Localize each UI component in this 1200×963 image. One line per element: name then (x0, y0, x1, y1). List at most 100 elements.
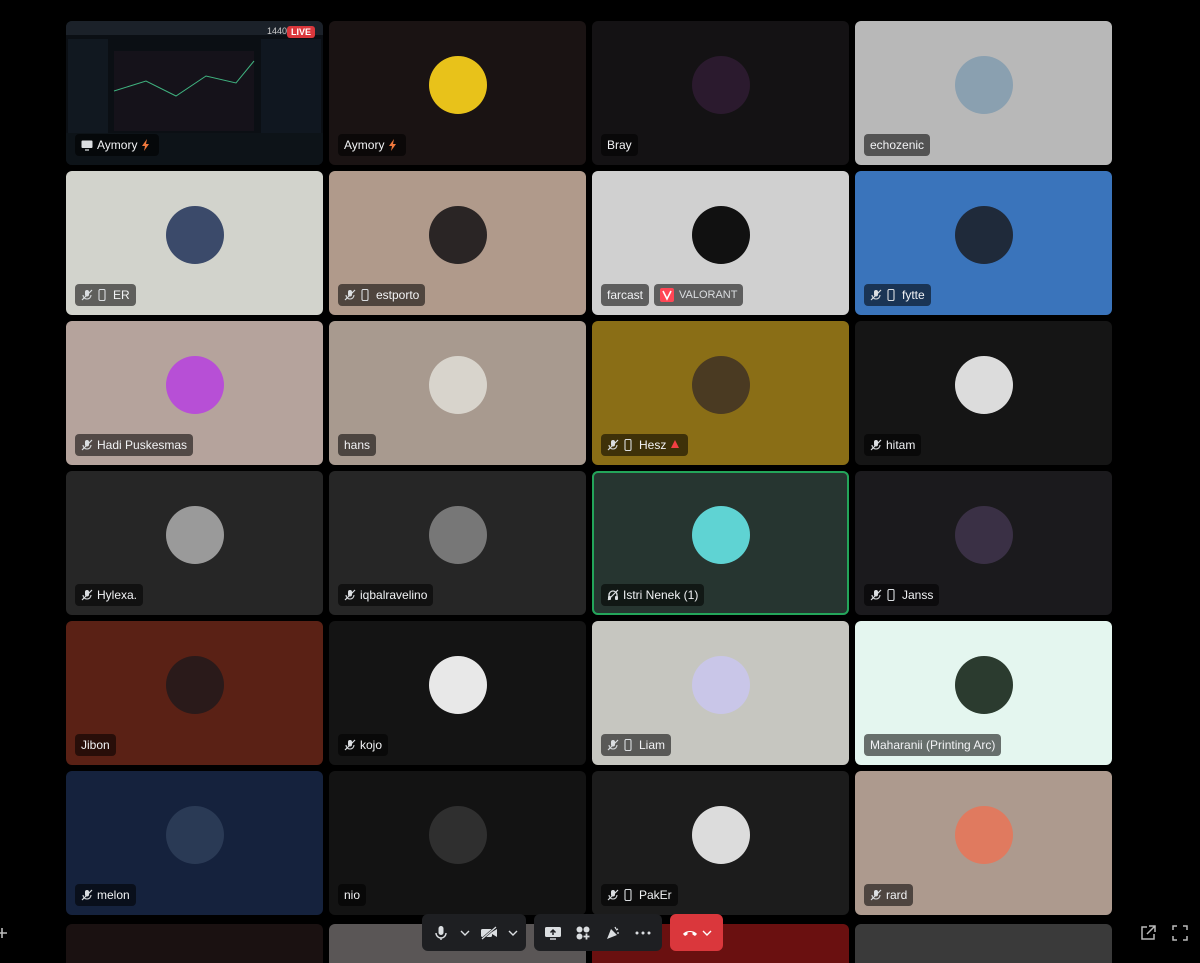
participant-tile[interactable]: ER (66, 171, 323, 315)
camera-button[interactable] (476, 920, 502, 946)
participant-name-pill: Aymory (338, 134, 407, 156)
more-icon (635, 931, 651, 934)
mic-muted-icon (81, 289, 93, 301)
mobile-icon (360, 289, 372, 301)
mobile-icon (887, 589, 895, 601)
mic-muted-icon (81, 289, 93, 301)
participant-tile[interactable]: PakEr (592, 771, 849, 915)
participant-tile[interactable]: fytte (855, 171, 1112, 315)
participant-tile[interactable]: farcast VALORANT (592, 171, 849, 315)
mic-muted-icon (81, 889, 93, 901)
avatar (954, 806, 1013, 864)
mic-muted-icon (81, 439, 93, 451)
participant-tile[interactable]: melon (66, 771, 323, 915)
participant-name-pill: hans (338, 434, 377, 456)
add-people-icon[interactable] (0, 924, 18, 942)
screen-share-button[interactable] (540, 920, 566, 946)
participant-tile[interactable]: hitam (855, 321, 1112, 465)
partial-participant-tile[interactable] (855, 924, 1112, 963)
participant-grid: 1440 LIVE Aymory Aymory Bray echozenic ER estpo… (66, 21, 1112, 915)
camera-options-chevron-icon[interactable] (506, 920, 520, 946)
mic-muted-icon (870, 439, 882, 451)
participant-tile[interactable]: Hylexa. (66, 471, 323, 615)
participant-name-pill: Janss (864, 584, 940, 606)
activities-icon (576, 926, 590, 939)
mic-muted-icon (344, 739, 356, 751)
participant-name: ER (113, 288, 130, 302)
mic-icon (435, 925, 447, 940)
participant-name-pill: Hadi Puskesmas (75, 434, 194, 456)
avatar (428, 56, 487, 114)
disconnect-button[interactable] (670, 914, 723, 951)
participant-name-pill: hitam (864, 434, 922, 456)
mic-muted-icon (870, 589, 882, 601)
warning-icon (670, 439, 682, 451)
participant-tile[interactable]: kojo (329, 621, 586, 765)
participant-tile[interactable]: 1440 LIVE Aymory (66, 21, 323, 165)
mic-muted-icon (81, 439, 93, 451)
participant-tile[interactable]: Bray (592, 21, 849, 165)
more-options-button[interactable] (630, 920, 656, 946)
mic-muted-icon (607, 739, 619, 751)
mic-muted-icon (870, 439, 882, 451)
partial-participant-tile[interactable] (66, 924, 323, 963)
mic-button[interactable] (428, 920, 454, 946)
viewer-count: 1440 (266, 26, 287, 36)
participant-tile[interactable]: Jibon (66, 621, 323, 765)
participant-tile[interactable]: echozenic (855, 21, 1112, 165)
participant-tile[interactable]: Istri Nenek (1) (592, 471, 849, 615)
participant-tile[interactable]: Hadi Puskesmas (66, 321, 323, 465)
mic-muted-icon (81, 889, 93, 901)
participant-tile[interactable]: hans (329, 321, 586, 465)
avatar (428, 356, 487, 414)
avatar (954, 356, 1013, 414)
participant-name-pill: fytte (864, 284, 931, 306)
mobile-icon (98, 289, 106, 301)
participant-name: Hadi Puskesmas (97, 438, 188, 452)
boost-icon (388, 139, 400, 151)
participant-name: kojo (360, 738, 383, 752)
activities-button[interactable] (570, 920, 596, 946)
mic-muted-icon (607, 889, 619, 901)
popout-icon[interactable] (1139, 924, 1157, 942)
valorant-icon (660, 288, 674, 302)
participant-name-pill: estporto (338, 284, 426, 306)
participant-tile[interactable]: estporto (329, 171, 586, 315)
mobile-icon (623, 739, 635, 751)
avatar (165, 656, 224, 714)
mobile-icon (623, 439, 635, 451)
participant-tile[interactable]: Janss (855, 471, 1112, 615)
participant-name-pill: Hesz (601, 434, 689, 456)
participant-name-pill: iqbalravelino (338, 584, 434, 606)
screen-share-icon (545, 926, 561, 940)
participant-tile[interactable]: Liam (592, 621, 849, 765)
participant-name-pill: Jibon (75, 734, 116, 756)
avatar (165, 356, 224, 414)
participant-name: farcast (607, 288, 644, 302)
participant-tile[interactable]: Aymory (329, 21, 586, 165)
avatar (691, 206, 750, 264)
participant-tile[interactable]: iqbalravelino (329, 471, 586, 615)
activity-badge[interactable]: VALORANT (654, 284, 744, 306)
mobile-icon (624, 739, 632, 751)
participant-tile[interactable]: rard (855, 771, 1112, 915)
participant-name-pill: Aymory (75, 134, 160, 156)
participant-name: Jibon (81, 738, 110, 752)
boost-icon (142, 139, 150, 151)
participant-name: melon (97, 888, 130, 902)
soundboard-button[interactable] (600, 920, 626, 946)
participant-tile[interactable]: Hesz (592, 321, 849, 465)
participant-name-pill: Hylexa. (75, 584, 144, 606)
participant-name-pill: PakEr (601, 884, 678, 906)
avatar (691, 56, 750, 114)
participant-name: PakEr (639, 888, 672, 902)
participant-tile[interactable]: Maharanii (Printing Arc) (855, 621, 1112, 765)
avatar (165, 206, 224, 264)
mic-muted-icon (607, 439, 619, 451)
participant-name-pill: Istri Nenek (1) (601, 584, 705, 606)
mic-options-chevron-icon[interactable] (458, 920, 472, 946)
participant-tile[interactable]: nio (329, 771, 586, 915)
participant-name: estporto (376, 288, 420, 302)
fullscreen-icon[interactable] (1171, 924, 1189, 942)
participant-name: hans (344, 438, 371, 452)
